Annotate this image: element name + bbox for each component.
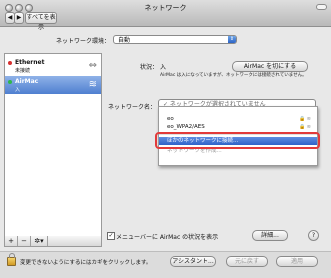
highlight-annotation-box bbox=[155, 132, 320, 149]
location-value: 自動 bbox=[118, 37, 131, 44]
title-bar: ネットワーク ◀ ▶ すべてを表示 bbox=[0, 0, 331, 31]
service-name: Ethernet bbox=[15, 59, 45, 66]
service-status: 未接続 bbox=[15, 68, 31, 74]
toolbar-toggle-button[interactable] bbox=[316, 4, 327, 10]
service-status: 入 bbox=[15, 87, 21, 93]
location-row: ネットワーク環境： bbox=[56, 36, 110, 45]
service-name: AirMac bbox=[15, 78, 39, 85]
network-item-label: eo bbox=[167, 116, 174, 122]
apply-button[interactable]: 適用 bbox=[276, 256, 318, 267]
lock-wifi-icon: 🔒 ≋ bbox=[298, 116, 311, 122]
service-list: Ethernet 未接続 ⇔ AirMac 入 ≋ bbox=[4, 53, 102, 238]
advanced-button[interactable]: 詳細... bbox=[252, 230, 288, 241]
show-all-button[interactable]: すべてを表示 bbox=[25, 12, 57, 31]
lock-icon[interactable] bbox=[7, 253, 16, 266]
service-item-ethernet[interactable]: Ethernet 未接続 ⇔ bbox=[5, 57, 101, 75]
revert-button[interactable]: 元に戻す bbox=[226, 256, 268, 267]
help-button[interactable]: ? bbox=[308, 230, 319, 241]
network-name-label: ネットワーク名： bbox=[108, 104, 157, 111]
network-preferences-window: ネットワーク ◀ ▶ すべてを表示 ネットワーク環境： 自動 ⇕ Etherne… bbox=[0, 0, 331, 278]
service-list-buttons: + − ✲▾ bbox=[4, 236, 102, 247]
bottom-bar: 変更できないようにするにはカギをクリックします。 アシスタント... 元に戻す … bbox=[0, 251, 331, 278]
status-dot-red-icon bbox=[8, 61, 12, 65]
lock-wifi-icon: 🔒 ≋ bbox=[298, 124, 311, 130]
airmac-off-button[interactable]: AirMac を切にする bbox=[232, 61, 308, 72]
detail-pane: 状況： 入 AirMac を切にする AirMac は入になっていますが、ネット… bbox=[104, 53, 326, 246]
status-description: AirMac は入になっていますが、ネットワークには接続されていません。 bbox=[160, 73, 307, 78]
menubar-status-checkbox[interactable]: ✓ bbox=[107, 232, 115, 240]
status-value: 入 bbox=[160, 64, 167, 71]
popup-arrows-icon: ⇕ bbox=[228, 36, 236, 43]
status-label: 状況： bbox=[140, 64, 159, 71]
lock-text: 変更できないようにするにはカギをクリックします。 bbox=[20, 260, 152, 266]
ethernet-arrows-icon: ⇔ bbox=[88, 60, 97, 71]
service-item-airmac[interactable]: AirMac 入 ≋ bbox=[5, 76, 101, 94]
gear-menu-button[interactable]: ✲▾ bbox=[31, 236, 48, 246]
status-dot-green-icon bbox=[8, 80, 12, 84]
network-item-eo[interactable]: eo 🔒 ≋ bbox=[159, 115, 317, 123]
assistant-button[interactable]: アシスタント... bbox=[170, 256, 216, 267]
network-item-eo-wpa2[interactable]: eo_WPA2/AES 🔒 ≋ bbox=[159, 123, 317, 131]
wifi-icon: ≋ bbox=[88, 79, 97, 90]
remove-service-button[interactable]: − bbox=[18, 236, 31, 246]
menubar-status-label: メニューバーに AirMac の状況を表示 bbox=[116, 234, 219, 241]
location-label: ネットワーク環境： bbox=[56, 38, 111, 45]
forward-button[interactable]: ▶ bbox=[14, 12, 24, 24]
add-service-button[interactable]: + bbox=[5, 236, 18, 246]
network-item-label: eo_WPA2/AES bbox=[167, 124, 205, 130]
location-popup[interactable]: 自動 ⇕ bbox=[113, 35, 237, 44]
